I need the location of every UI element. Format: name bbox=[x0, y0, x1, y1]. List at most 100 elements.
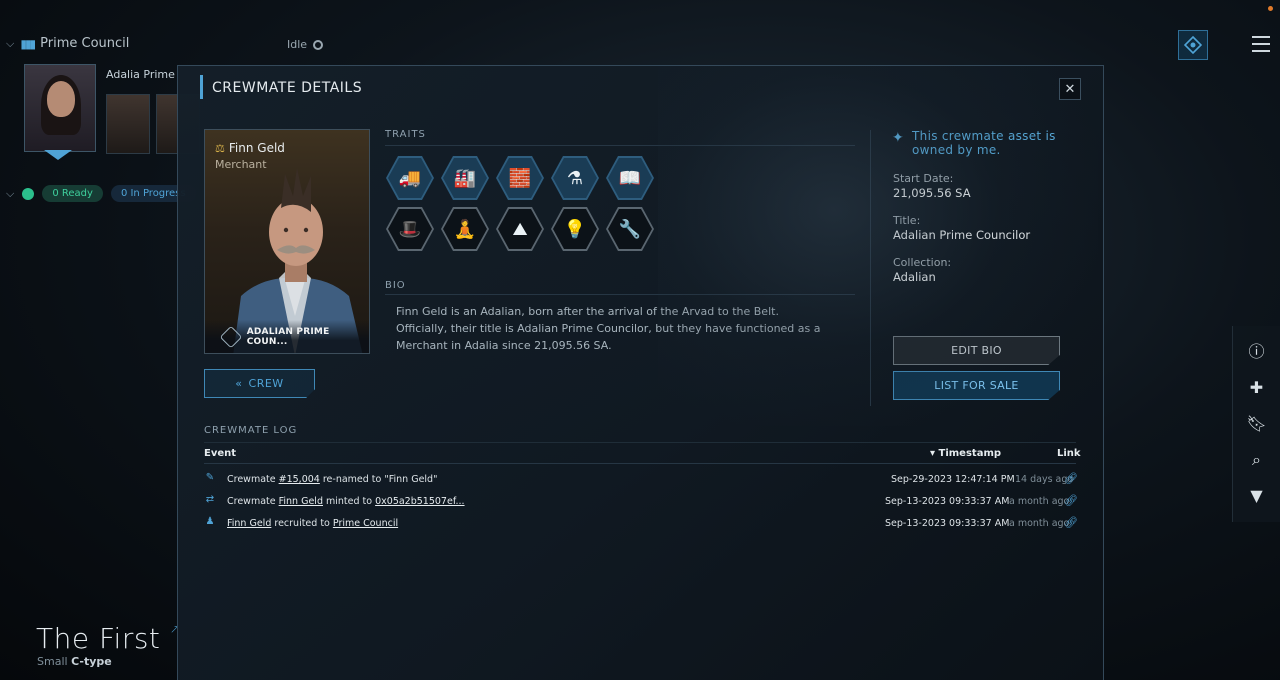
crew-name: Prime Council bbox=[40, 36, 130, 51]
link-icon[interactable]: 🔗︎ bbox=[1064, 516, 1078, 529]
crewmate-name-text: Finn Geld bbox=[228, 141, 285, 155]
modal-title: CREWMATE DETAILS bbox=[200, 75, 362, 99]
asteroid-title[interactable]: The First ↗ bbox=[36, 622, 180, 655]
collection-emblem-icon bbox=[219, 325, 243, 349]
double-chevron-left-icon: « bbox=[235, 377, 243, 390]
hauler-icon[interactable]: 🚚 bbox=[386, 156, 434, 200]
crewmate-card: ⚖ Finn Geld Merchant ADALIAN PRIME COUN.… bbox=[204, 129, 370, 354]
captain-portrait[interactable] bbox=[24, 64, 96, 152]
sort-desc-icon: ▾ bbox=[930, 448, 936, 459]
crewmate-name: ⚖ Finn Geld bbox=[215, 141, 285, 155]
log-event: Finn Geld recruited to Prime Council bbox=[227, 518, 398, 529]
bookmark-icon[interactable]: 🔖︎ bbox=[1246, 413, 1268, 435]
tools-icon[interactable]: 🔧 bbox=[606, 207, 654, 251]
edit-bio-button[interactable]: EDIT BIO bbox=[893, 336, 1060, 365]
bio-text: Finn Geld is an Adalian, born after the … bbox=[396, 305, 821, 352]
detail-value: Adalian Prime Councilor bbox=[893, 228, 1031, 242]
log-timestamp: Sep-29-2023 12:47:14 PM bbox=[891, 474, 1015, 485]
science-icon[interactable]: ⚗ bbox=[551, 156, 599, 200]
asteroid-size: Small bbox=[37, 655, 68, 668]
detail-start-date: Start Date: 21,095.56 SA bbox=[893, 172, 971, 200]
crewmate-details-modal: CREWMATE DETAILS ✕ ⚖ Finn Geld Merchant … bbox=[177, 65, 1104, 680]
link-column-header: Link bbox=[1057, 448, 1081, 459]
idle-label: Idle bbox=[287, 38, 308, 51]
notification-dot bbox=[1268, 6, 1273, 11]
divider bbox=[870, 130, 871, 406]
trait-glyph: 🧱 bbox=[508, 167, 532, 189]
crewmate-class: Merchant bbox=[215, 158, 267, 171]
log-timestamp: Sep-13-2023 09:33:37 AM bbox=[885, 518, 1010, 529]
lot-view-button[interactable] bbox=[1178, 30, 1208, 60]
detail-key: Collection: bbox=[893, 256, 952, 269]
back-to-crew-button[interactable]: « CREW bbox=[204, 369, 315, 398]
log-link[interactable]: #15,004 bbox=[279, 474, 320, 485]
list-for-sale-button[interactable]: LIST FOR SALE bbox=[893, 371, 1060, 400]
divider bbox=[385, 294, 855, 295]
collection-badge: ADALIAN PRIME COUN... bbox=[205, 320, 369, 353]
ready-badge[interactable]: 0 Ready bbox=[42, 185, 103, 202]
ownership-note-text: This crewmate asset is owned by me. bbox=[912, 129, 1056, 157]
detail-value: 21,095.56 SA bbox=[893, 186, 971, 200]
close-button[interactable]: ✕ bbox=[1059, 78, 1081, 100]
asteroid-subtitle: Small C-type bbox=[37, 655, 112, 668]
log-link[interactable]: 0x05a2b51507ef... bbox=[375, 496, 464, 507]
trait-glyph: 💡 bbox=[563, 218, 587, 240]
filter-icon[interactable]: ▼ bbox=[1246, 485, 1268, 507]
log-link[interactable]: Finn Geld bbox=[279, 496, 323, 507]
log-text: Crewmate bbox=[227, 496, 279, 507]
log-row: ⇄ Crewmate Finn Geld minted to 0x05a2b515… bbox=[204, 492, 1078, 512]
bell-icon[interactable] bbox=[22, 187, 35, 200]
crewmate-thumbnail[interactable] bbox=[106, 94, 150, 154]
mountain-icon[interactable]: ⛰ bbox=[496, 207, 544, 251]
divider bbox=[385, 145, 855, 146]
transfer-icon: ⇄ bbox=[205, 494, 215, 505]
timestamp-header-label: Timestamp bbox=[938, 448, 1002, 459]
chevron-down-icon[interactable]: ⌵ bbox=[6, 37, 14, 51]
crew-icon: ▮▮▮ bbox=[20, 36, 36, 51]
trait-glyph: ⚗ bbox=[566, 167, 584, 189]
event-column-header[interactable]: Event bbox=[204, 448, 236, 459]
detail-key: Start Date: bbox=[893, 172, 954, 185]
book-icon[interactable]: 📖 bbox=[606, 156, 654, 200]
refinery-icon[interactable]: 🧱 bbox=[496, 156, 544, 200]
asteroid-type: C-type bbox=[71, 655, 112, 668]
log-text: Crewmate bbox=[227, 474, 279, 485]
detail-collection: Collection: Adalian bbox=[893, 256, 951, 284]
menu-icon[interactable] bbox=[1252, 36, 1270, 52]
log-relative-time: a month ago bbox=[1009, 518, 1070, 529]
link-icon[interactable]: 🔗︎ bbox=[1064, 472, 1078, 485]
idle-status: Idle bbox=[287, 38, 324, 51]
plus-icon[interactable]: ✚ bbox=[1246, 377, 1268, 399]
info-icon[interactable]: ⓘ bbox=[1246, 341, 1268, 363]
log-row: ✎ Crewmate #15,004 re-named to "Finn Geld… bbox=[204, 470, 1078, 490]
link-icon[interactable]: 🔗︎ bbox=[1064, 494, 1078, 507]
crewmate-log-label: CREWMATE LOG bbox=[204, 425, 298, 436]
log-link[interactable]: Prime Council bbox=[333, 518, 398, 529]
captain-name: Adalia Prime bbox=[106, 68, 175, 81]
captain-hat-icon[interactable]: 🎩 bbox=[386, 207, 434, 251]
hex-view-icon bbox=[1184, 36, 1202, 54]
log-text: re-named to "Finn Geld" bbox=[319, 474, 438, 485]
detail-title: Title: Adalian Prime Councilor bbox=[893, 214, 1030, 242]
timestamp-column-header[interactable]: ▾ Timestamp bbox=[930, 448, 1001, 459]
crew-header[interactable]: ⌵ ▮▮▮ Prime Council bbox=[6, 36, 129, 51]
log-timestamp: Sep-13-2023 09:33:37 AM bbox=[885, 496, 1010, 507]
detail-key: Title: bbox=[893, 214, 921, 227]
log-row: ♟ Finn Geld recruited to Prime Council Sep… bbox=[204, 514, 1078, 534]
side-toolbar: ⓘ ✚ 🔖︎ ⌕ ▼ bbox=[1232, 326, 1280, 522]
log-link[interactable]: Finn Geld bbox=[227, 518, 271, 529]
status-row: ⌵ 0 Ready 0 In Progress bbox=[6, 185, 196, 202]
close-icon: ✕ bbox=[1064, 81, 1076, 97]
philosopher-icon[interactable]: 🧘 bbox=[441, 207, 489, 251]
crew-button-label: CREW bbox=[248, 377, 284, 390]
ownership-note: ✦ This crewmate asset is owned by me. bbox=[892, 129, 1072, 157]
log-event: Crewmate Finn Geld minted to 0x05a2b5150… bbox=[227, 496, 465, 507]
trait-glyph: 🏭 bbox=[453, 167, 477, 189]
log-event: Crewmate #15,004 re-named to "Finn Geld" bbox=[227, 474, 437, 485]
rename-icon: ✎ bbox=[205, 472, 215, 483]
lightbulb-icon[interactable]: 💡 bbox=[551, 207, 599, 251]
search-zoom-icon[interactable]: ⌕ bbox=[1246, 449, 1268, 471]
trait-glyph: 🔧 bbox=[618, 218, 642, 240]
chevron-down-icon[interactable]: ⌵ bbox=[6, 187, 14, 201]
fabricator-icon[interactable]: 🏭 bbox=[441, 156, 489, 200]
